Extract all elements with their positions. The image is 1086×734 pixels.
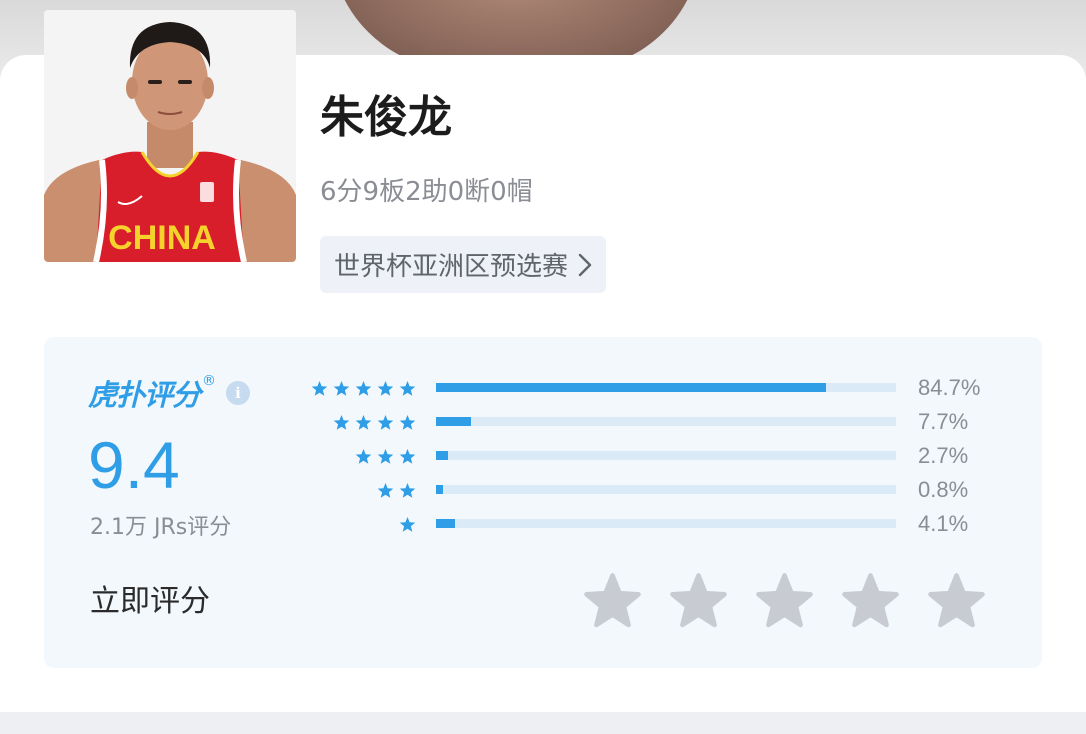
distribution-bar-track: [436, 485, 896, 494]
star-icon: [399, 380, 416, 396]
hupu-rating-brand: 虎扑评分 ® i: [88, 371, 251, 415]
brand-logo-text: 虎扑评分: [88, 378, 201, 412]
star-group: [355, 439, 416, 473]
info-icon[interactable]: i: [226, 381, 251, 405]
star-outline-icon: [756, 573, 813, 628]
distribution-bar-track: [436, 383, 896, 392]
chevron-right-icon: [578, 253, 592, 277]
star-icon: [399, 448, 416, 464]
star-icon: [377, 448, 394, 464]
star-outline-icon: [928, 573, 985, 628]
star-outline-icon: [584, 573, 641, 628]
star-icon: [355, 448, 372, 464]
distribution-percent: 84.7%: [918, 375, 981, 400]
star-icon: [399, 516, 416, 532]
star-icon: [377, 414, 394, 430]
distribution-percent: 4.1%: [918, 511, 969, 536]
star-icon: [377, 482, 394, 498]
star-icon: [399, 482, 416, 498]
league-link-button[interactable]: 世界杯亚洲区预选赛: [320, 236, 607, 293]
star-group: [311, 371, 416, 405]
star-outline-icon: [842, 573, 899, 628]
league-label: 世界杯亚洲区预选赛: [334, 252, 569, 282]
distribution-row-3-star: 2.7%: [300, 439, 1020, 473]
bottom-divider: [0, 712, 1086, 734]
player-photo: CHINA: [44, 10, 296, 262]
distribution-bar-fill: [436, 417, 472, 426]
rate-star-picker[interactable]: [584, 572, 985, 632]
rate-star-5-button[interactable]: [928, 572, 985, 629]
average-score: 9.4: [88, 428, 180, 502]
distribution-bar-fill: [436, 485, 443, 494]
star-outline-icon: [670, 573, 727, 628]
rating-count: 2.1万 JRs评分: [90, 515, 232, 540]
distribution-row-1-star: 4.1%: [300, 507, 1020, 541]
player-game-stats: 6分9板2助0断0帽: [320, 177, 533, 207]
distribution-bar-track: [436, 417, 896, 426]
star-icon: [399, 414, 416, 430]
star-group: [399, 507, 416, 541]
star-icon: [311, 380, 328, 396]
distribution-bar-track: [436, 519, 896, 528]
rate-star-2-button[interactable]: [670, 572, 727, 629]
star-icon: [333, 380, 350, 396]
distribution-percent: 7.7%: [918, 409, 969, 434]
distribution-percent: 0.8%: [918, 477, 969, 502]
distribution-bar-fill: [436, 383, 826, 392]
rate-star-3-button[interactable]: [756, 572, 813, 629]
rate-star-4-button[interactable]: [842, 572, 899, 629]
star-icon: [355, 380, 372, 396]
jersey-text: CHINA: [108, 219, 216, 257]
distribution-row-2-star: 0.8%: [300, 473, 1020, 507]
distribution-row-5-star: 84.7%: [300, 371, 1020, 405]
star-icon: [355, 414, 372, 430]
rate-star-1-button[interactable]: [584, 572, 641, 629]
star-icon: [333, 414, 350, 430]
distribution-row-4-star: 7.7%: [300, 405, 1020, 439]
star-icon: [377, 380, 394, 396]
player-name: 朱俊龙: [320, 92, 452, 143]
registered-mark: ®: [202, 373, 217, 389]
star-group: [333, 405, 416, 439]
distribution-bar-fill: [436, 451, 449, 460]
distribution-bar-track: [436, 451, 896, 460]
distribution-percent: 2.7%: [918, 443, 969, 468]
star-group: [377, 473, 416, 507]
rate-now-label: 立即评分: [90, 584, 210, 619]
distribution-bar-fill: [436, 519, 455, 528]
